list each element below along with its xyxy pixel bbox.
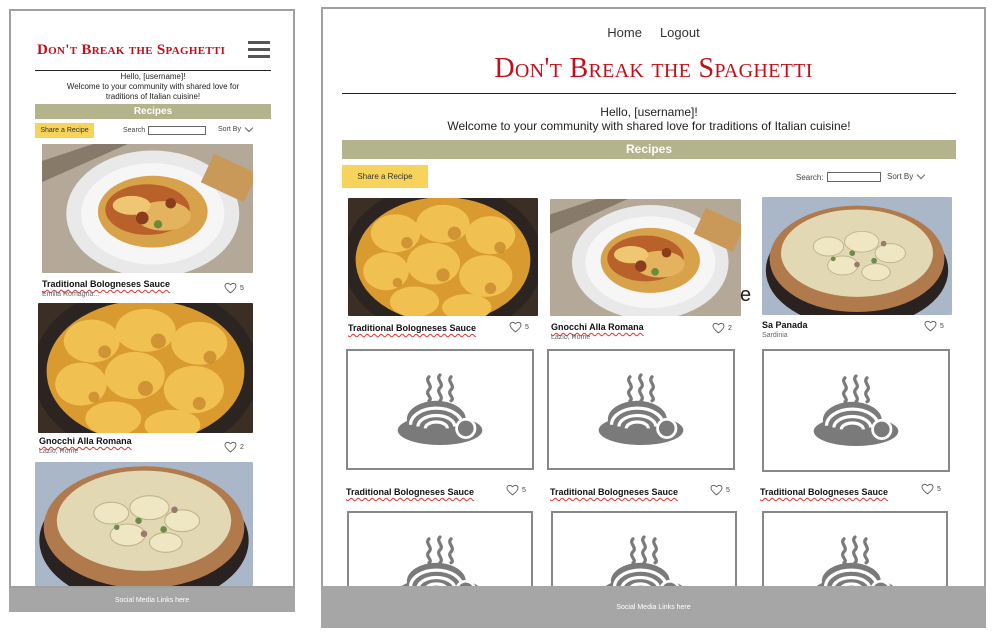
search-label: Search: bbox=[796, 172, 824, 182]
recipe-location: Lazio, Rome bbox=[551, 334, 591, 341]
sort-label: Sort By bbox=[218, 126, 241, 133]
heart-icon[interactable] bbox=[506, 484, 519, 496]
recipe-name[interactable]: Traditional Bologneses Sauce bbox=[550, 487, 678, 497]
mobile-greeting: Hello, [username]! Welcome to your commu… bbox=[35, 72, 271, 102]
pie-image bbox=[762, 197, 952, 315]
desktop-brand-title[interactable]: Don't Break the Spaghetti bbox=[323, 53, 984, 85]
greeting-text: Hello, [username]! bbox=[600, 105, 698, 119]
like-counter[interactable]: 5 bbox=[924, 320, 944, 332]
like-counter[interactable]: 5 bbox=[506, 484, 526, 496]
recipe-placeholder-card[interactable] bbox=[551, 511, 737, 595]
mobile-recipes-band: Recipes bbox=[35, 104, 271, 119]
recipe-photo-pie[interactable] bbox=[35, 462, 253, 586]
desktop-search-group: Search: bbox=[796, 172, 881, 182]
heart-icon[interactable] bbox=[509, 321, 522, 333]
baked-gnocchi-image bbox=[348, 198, 538, 316]
heart-icon[interactable] bbox=[224, 282, 237, 294]
nav-home-link[interactable]: Home bbox=[607, 25, 642, 40]
recipe-location: Lazio, Rome bbox=[39, 448, 79, 455]
desktop-recipes-band: Recipes bbox=[342, 140, 956, 159]
recipe-photo-pappardelle-bolognese[interactable] bbox=[42, 144, 253, 273]
mobile-search-group: Search bbox=[123, 126, 207, 135]
recipe-location: Sardinia bbox=[762, 332, 788, 339]
welcome-text: Welcome to your community with shared lo… bbox=[447, 119, 851, 133]
mobile-mockup: Don't Break the Spaghetti Hello, [userna… bbox=[9, 9, 295, 588]
like-count: 5 bbox=[937, 485, 941, 493]
mobile-search-input[interactable] bbox=[148, 126, 207, 135]
sort-label: Sort By bbox=[887, 172, 914, 181]
like-counter[interactable]: 5 bbox=[509, 321, 529, 333]
baked-gnocchi-image bbox=[38, 303, 253, 433]
pie-image bbox=[35, 462, 253, 586]
recipe-location: Emilia Romagna... bbox=[42, 291, 100, 298]
search-label: Search bbox=[123, 127, 146, 134]
mobile-brand-title[interactable]: Don't Break the Spaghetti bbox=[37, 42, 225, 59]
like-count: 5 bbox=[240, 284, 244, 292]
like-counter[interactable]: 5 bbox=[224, 282, 244, 294]
nav-logout-link[interactable]: Logout bbox=[660, 25, 700, 40]
desktop-header-divider bbox=[342, 93, 956, 94]
mobile-share-recipe-button[interactable]: Share a Recipe bbox=[35, 123, 94, 138]
heart-icon[interactable] bbox=[712, 322, 725, 334]
spaghetti-placeholder-icon bbox=[394, 373, 486, 447]
like-counter[interactable]: 2 bbox=[224, 441, 244, 453]
top-nav: Home Logout bbox=[323, 25, 984, 40]
heart-icon[interactable] bbox=[921, 483, 934, 495]
spaghetti-placeholder-icon bbox=[810, 374, 902, 448]
pappardelle-bolognese-image bbox=[42, 144, 253, 273]
recipe-photo-baked-gnocchi[interactable] bbox=[38, 303, 253, 433]
chevron-down-icon bbox=[916, 170, 926, 179]
recipe-name[interactable]: Traditional Bologneses Sauce bbox=[346, 487, 474, 497]
heart-icon[interactable] bbox=[224, 441, 237, 453]
recipe-name[interactable]: Traditional Bologneses Sauce bbox=[760, 487, 888, 497]
like-count: 2 bbox=[728, 324, 732, 332]
greeting-text: Hello, [username]! bbox=[120, 72, 186, 81]
recipe-photo-pie[interactable] bbox=[762, 197, 952, 315]
desktop-sort-dropdown[interactable]: Sort By bbox=[887, 170, 926, 181]
desktop-search-input[interactable] bbox=[826, 172, 881, 182]
like-count: 5 bbox=[525, 323, 529, 331]
heart-icon[interactable] bbox=[924, 320, 937, 332]
recipe-name[interactable]: Traditional Bologneses Sauce bbox=[348, 323, 476, 333]
like-count: 5 bbox=[726, 486, 730, 494]
recipe-placeholder-card[interactable] bbox=[547, 349, 735, 470]
stray-text-glyph: e bbox=[740, 284, 752, 306]
desktop-footer[interactable]: Social Media Links here bbox=[321, 586, 986, 628]
like-count: 5 bbox=[940, 322, 944, 330]
recipe-placeholder-card[interactable] bbox=[762, 511, 948, 595]
chevron-down-icon bbox=[244, 123, 254, 132]
pappardelle-bolognese-image bbox=[550, 199, 741, 316]
recipe-photo-pappardelle-bolognese[interactable] bbox=[550, 199, 741, 316]
desktop-mockup: Home Logout Don't Break the Spaghetti He… bbox=[321, 7, 986, 597]
like-counter[interactable]: 5 bbox=[921, 483, 941, 495]
like-count: 2 bbox=[240, 443, 244, 451]
desktop-share-recipe-button[interactable]: Share a Recipe bbox=[342, 165, 428, 188]
desktop-greeting: Hello, [username]! Welcome to your commu… bbox=[342, 105, 956, 133]
like-counter[interactable]: 5 bbox=[710, 484, 730, 496]
recipe-name[interactable]: Traditional Bologneses Sauce bbox=[42, 279, 170, 289]
recipe-name[interactable]: Sa Panada bbox=[762, 320, 808, 330]
recipe-name[interactable]: Gnocchi Alla Romana bbox=[39, 436, 132, 446]
recipe-placeholder-card[interactable] bbox=[346, 349, 534, 470]
recipe-name[interactable]: Gnocchi Alla Romana bbox=[551, 322, 644, 332]
heart-icon[interactable] bbox=[710, 484, 723, 496]
mobile-header-divider bbox=[35, 70, 271, 71]
like-counter[interactable]: 2 bbox=[712, 322, 732, 334]
welcome-line-2: traditions of Italian cuisine! bbox=[105, 92, 201, 101]
hamburger-menu-icon[interactable] bbox=[248, 41, 270, 59]
mobile-footer[interactable]: Social Media Links here bbox=[9, 588, 295, 612]
like-count: 5 bbox=[522, 486, 526, 494]
recipe-placeholder-card[interactable] bbox=[347, 511, 533, 595]
mobile-sort-dropdown[interactable]: Sort By bbox=[218, 123, 254, 133]
recipe-placeholder-card[interactable] bbox=[762, 349, 950, 472]
welcome-line-1: Welcome to your community with shared lo… bbox=[66, 82, 240, 91]
recipe-photo-baked-gnocchi[interactable] bbox=[348, 198, 538, 316]
spaghetti-placeholder-icon bbox=[595, 373, 687, 447]
